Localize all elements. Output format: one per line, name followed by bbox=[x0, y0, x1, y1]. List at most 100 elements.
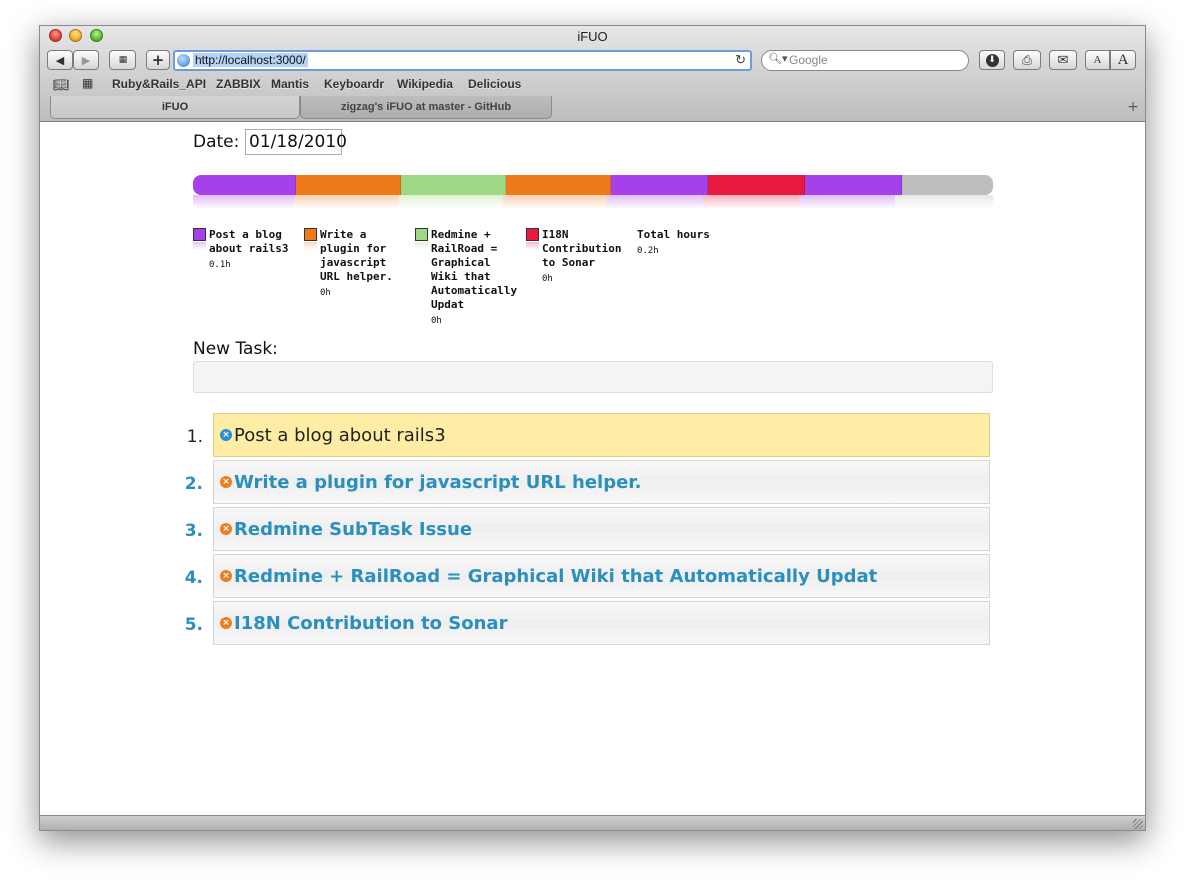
tab-ifuo[interactable]: iFUO bbox=[50, 96, 300, 119]
timeline-segment bbox=[506, 175, 612, 195]
print-button[interactable]: ⎙ bbox=[1013, 50, 1041, 70]
bookmarks-bar: 📖︎ ▦ Ruby&Rails_API ZABBIX Mantis Keyboa… bbox=[40, 76, 1145, 94]
address-url[interactable]: http://localhost:3000/ bbox=[193, 53, 308, 67]
remove-task-icon[interactable]: × bbox=[220, 570, 232, 582]
legend-swatch bbox=[193, 228, 206, 241]
timeline-segment bbox=[401, 175, 507, 195]
legend-swatch-reflection bbox=[415, 242, 428, 250]
legend-label: I18N Contribution to Sonar bbox=[542, 228, 622, 269]
globe-icon bbox=[177, 54, 190, 67]
page-content: Date: 01/18/2010 Post a blog about rails… bbox=[40, 122, 1145, 818]
tab-github[interactable]: zigzag's iFUO at master - GitHub bbox=[300, 96, 552, 119]
legend-label: Redmine + RailRoad = Graphical Wiki that… bbox=[431, 228, 518, 311]
title-bar: iFUO ◀ ▶ ▦ + http://localhost:3000/ ↻ 🔍︎… bbox=[40, 26, 1145, 122]
legend-swatch-reflection bbox=[193, 242, 206, 250]
status-bar bbox=[40, 815, 1145, 830]
browser-window: iFUO ◀ ▶ ▦ + http://localhost:3000/ ↻ 🔍︎… bbox=[39, 25, 1146, 831]
bookmark-keyboardr[interactable]: Keyboardr bbox=[324, 77, 384, 91]
grid-icon[interactable]: ▦ bbox=[82, 76, 93, 90]
remove-task-icon[interactable]: × bbox=[220, 617, 232, 629]
bookmark-delicious[interactable]: Delicious bbox=[468, 77, 521, 91]
task-item[interactable]: × Post a blog about rails3 bbox=[213, 413, 990, 457]
timeline-segment bbox=[296, 175, 402, 195]
timeline-bar bbox=[193, 175, 993, 195]
back-arrow-icon: ◀ bbox=[55, 53, 65, 67]
remove-task-icon[interactable]: × bbox=[220, 523, 232, 535]
task-number: 2. bbox=[184, 474, 203, 494]
timeline-segment-reflection bbox=[295, 195, 400, 209]
tab-bar: iFUO zigzag's iFUO at master - GitHub + bbox=[40, 96, 1145, 121]
timeline-segment bbox=[611, 175, 709, 195]
legend-swatch bbox=[304, 228, 317, 241]
text-larger-button[interactable]: A bbox=[1110, 50, 1136, 70]
task-title[interactable]: Redmine SubTask Issue bbox=[234, 519, 472, 540]
date-field[interactable]: 01/18/2010 bbox=[245, 129, 347, 155]
legend-total-hours: 0.2h bbox=[637, 246, 659, 256]
task-title[interactable]: Redmine + RailRoad = Graphical Wiki that… bbox=[234, 566, 877, 587]
bookmark-mantis[interactable]: Mantis bbox=[271, 77, 309, 91]
downloads-button[interactable]: ⬇ bbox=[979, 50, 1005, 70]
legend-hours: 0h bbox=[320, 288, 331, 298]
add-bookmark-button[interactable]: + bbox=[146, 50, 170, 70]
timeline-segment bbox=[902, 175, 993, 195]
forward-arrow-icon: ▶ bbox=[81, 53, 91, 67]
legend-hours: 0.1h bbox=[209, 260, 231, 270]
bookmark-ruby-rails-api[interactable]: Ruby&Rails_API bbox=[112, 77, 206, 91]
remove-task-icon[interactable]: × bbox=[220, 429, 232, 441]
task-number: 3. bbox=[184, 521, 203, 541]
legend-swatch bbox=[526, 228, 539, 241]
back-button[interactable]: ◀ bbox=[47, 50, 73, 70]
legend-swatch-reflection bbox=[526, 242, 539, 250]
printer-icon: ⎙ bbox=[1022, 52, 1032, 67]
timeline-segment-reflection bbox=[399, 195, 504, 209]
timeline-segment-reflection bbox=[193, 195, 296, 209]
bookmark-zabbix[interactable]: ZABBIX bbox=[216, 77, 261, 91]
search-icon: 🔍︎▾ bbox=[768, 53, 788, 65]
address-bar[interactable]: http://localhost:3000/ ↻ bbox=[173, 50, 752, 71]
task-item[interactable]: × I18N Contribution to Sonar bbox=[213, 601, 990, 645]
text-smaller-button[interactable]: A bbox=[1085, 50, 1110, 70]
grid-icon: ▦ bbox=[118, 55, 127, 65]
new-tab-icon[interactable]: + bbox=[1127, 99, 1139, 115]
bookmark-wikipedia[interactable]: Wikipedia bbox=[397, 77, 453, 91]
mail-button[interactable]: ✉ bbox=[1049, 50, 1077, 70]
new-task-label: New Task: bbox=[193, 339, 278, 359]
task-title[interactable]: Write a plugin for javascript URL helper… bbox=[234, 472, 641, 493]
legend-total-label: Total hours bbox=[637, 228, 710, 241]
new-task-input[interactable] bbox=[193, 361, 993, 393]
timeline-segment bbox=[805, 175, 903, 195]
task-number: 4. bbox=[184, 568, 203, 588]
book-icon[interactable]: 📖︎ bbox=[53, 77, 70, 93]
legend-hours: 0h bbox=[431, 316, 442, 326]
resize-grip-icon[interactable] bbox=[1133, 819, 1143, 829]
reload-icon[interactable]: ↻ bbox=[735, 52, 746, 68]
legend-label: Write a plugin for javascript URL helper… bbox=[320, 228, 393, 283]
timeline-segment bbox=[708, 175, 806, 195]
timeline-reflection bbox=[193, 195, 993, 209]
remove-task-icon[interactable]: × bbox=[220, 476, 232, 488]
timeline-segment-reflection bbox=[799, 195, 896, 209]
legend-swatch-reflection bbox=[304, 242, 317, 250]
task-number: 1. bbox=[186, 427, 203, 447]
window-title: iFUO bbox=[577, 29, 608, 44]
task-item[interactable]: × Redmine SubTask Issue bbox=[213, 507, 990, 551]
timeline-segment-reflection bbox=[607, 195, 704, 209]
envelope-icon: ✉ bbox=[1057, 52, 1069, 68]
legend-swatch bbox=[415, 228, 428, 241]
download-icon: ⬇ bbox=[985, 53, 999, 67]
task-title[interactable]: I18N Contribution to Sonar bbox=[234, 613, 507, 634]
forward-button[interactable]: ▶ bbox=[73, 50, 99, 70]
task-number: 5. bbox=[184, 615, 203, 635]
task-title[interactable]: Post a blog about rails3 bbox=[234, 425, 446, 446]
search-field[interactable]: 🔍︎▾ Google bbox=[761, 50, 969, 71]
plus-icon: + bbox=[151, 51, 165, 69]
legend-label: Post a blog about rails3 bbox=[209, 228, 289, 255]
legend-hours: 0h bbox=[542, 274, 553, 284]
timeline-segment-reflection bbox=[703, 195, 800, 209]
task-item[interactable]: × Redmine + RailRoad = Graphical Wiki tha… bbox=[213, 554, 990, 598]
task-item[interactable]: × Write a plugin for javascript URL helpe… bbox=[213, 460, 990, 504]
top-sites-button[interactable]: ▦ bbox=[109, 50, 136, 70]
timeline-segment-reflection bbox=[503, 195, 608, 209]
search-placeholder: Google bbox=[789, 53, 828, 67]
date-label: Date: bbox=[193, 132, 240, 152]
